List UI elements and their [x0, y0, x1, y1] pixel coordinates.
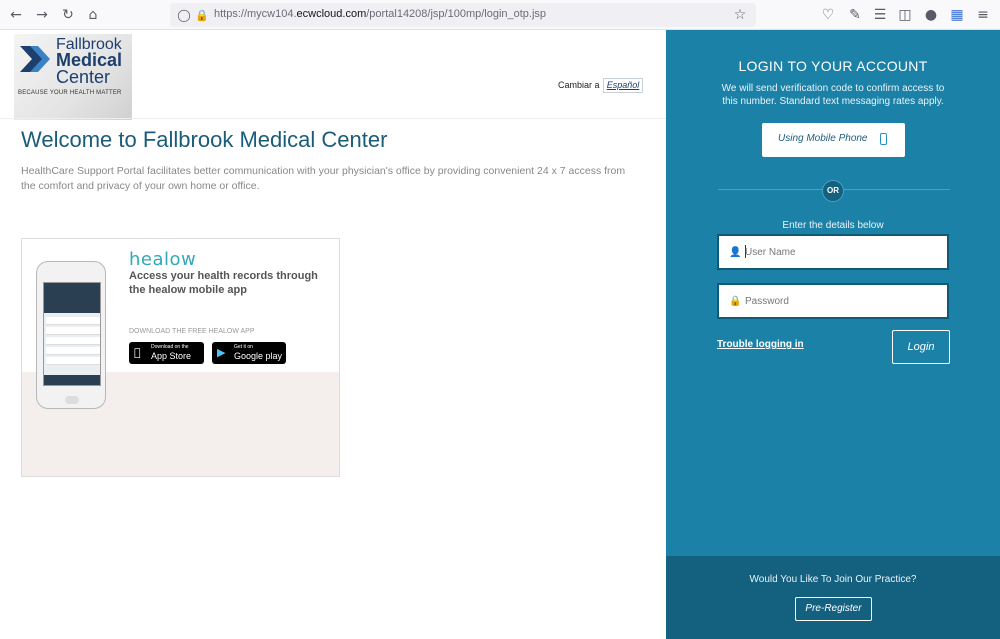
logo-tagline: BECAUSE YOUR HEALTH MATTER: [18, 90, 122, 96]
chevron-logo-icon: [20, 46, 50, 72]
mobile-button-label: Using Mobile Phone: [778, 133, 868, 144]
password-input[interactable]: [745, 293, 941, 309]
download-label: DOWNLOAD THE FREE HEALOW APP: [129, 328, 255, 335]
phone-home-button: [65, 396, 79, 404]
back-arrow-icon[interactable]: ←: [6, 5, 26, 25]
google-play-big-text: Google play: [234, 351, 283, 361]
lock-icon: 🔒: [729, 296, 742, 307]
user-icon: 👤: [729, 247, 742, 258]
shield-icon[interactable]: ◯: [174, 5, 194, 25]
phone-screen-footer: [44, 375, 100, 385]
forward-arrow-icon[interactable]: →: [32, 5, 52, 25]
menu-icon[interactable]: ≡: [973, 5, 993, 25]
trouble-logging-in-link[interactable]: Trouble logging in: [717, 339, 804, 350]
google-play-small-text: Get it on: [234, 344, 253, 350]
google-play-button[interactable]: ▶ Get it on Google play: [212, 342, 286, 364]
extension-icon[interactable]: ●: [921, 5, 941, 25]
pocket-icon[interactable]: ♡: [818, 5, 838, 25]
app-store-button[interactable]:  Download on the App Store: [129, 342, 204, 364]
or-badge: OR: [822, 180, 844, 202]
screenshot-icon[interactable]: ✎: [845, 5, 865, 25]
url-text[interactable]: https://mycw104.ecwcloud.com/portal14208…: [214, 8, 546, 20]
app-store-small-text: Download on the: [151, 344, 189, 350]
password-field[interactable]: 🔒: [717, 283, 949, 319]
phone-row: [46, 357, 100, 365]
main-content: Fallbrook Medical Center BECAUSE YOUR HE…: [0, 30, 666, 639]
sidebar-icon[interactable]: ◫: [895, 5, 915, 25]
portal-description: HealthCare Support Portal facilitates be…: [21, 165, 626, 192]
healow-brand: healow: [129, 249, 197, 270]
login-button[interactable]: Login: [892, 330, 950, 364]
language-label: Cambiar a: [558, 80, 600, 90]
play-icon: ▶: [217, 346, 226, 359]
healow-headline: Access your health records through the h…: [129, 270, 318, 296]
logo-line-3: Center: [56, 67, 111, 87]
lock-icon[interactable]: 🔒: [192, 5, 212, 25]
phone-row: [46, 337, 100, 345]
grid-extension-icon[interactable]: ▦: [947, 5, 967, 25]
practice-logo: Fallbrook Medical Center BECAUSE YOUR HE…: [14, 34, 132, 120]
login-title: LOGIN TO YOUR ACCOUNT: [738, 58, 928, 74]
app-store-big-text: App Store: [151, 351, 192, 361]
mobile-phone-icon: [880, 133, 887, 145]
apple-icon: : [134, 346, 141, 359]
url-bar[interactable]: ◯ 🔒 https://mycw104.ecwcloud.com/portal1…: [170, 3, 756, 27]
username-input[interactable]: [745, 244, 941, 260]
login-panel: LOGIN TO YOUR ACCOUNT We will send verif…: [666, 30, 1000, 639]
bookmark-star-icon[interactable]: ☆: [730, 5, 750, 25]
join-practice-text: Would You Like To Join Our Practice?: [749, 574, 917, 585]
verification-info: We will send verification code to confir…: [721, 83, 945, 107]
header-divider: [0, 118, 666, 119]
healow-promo-card: healow Access your health records throug…: [21, 238, 340, 477]
enter-details-label: Enter the details below: [782, 220, 884, 231]
home-icon[interactable]: ⌂: [83, 5, 103, 25]
browser-toolbar: ← → ↻ ⌂ ◯ 🔒 https://mycw104.ecwcloud.com…: [0, 0, 1000, 30]
phone-screen-header: [44, 283, 100, 313]
phone-image: [36, 261, 106, 409]
page-title: Welcome to Fallbrook Medical Center: [21, 127, 388, 152]
phone-row: [46, 347, 100, 355]
using-mobile-phone-button[interactable]: Using Mobile Phone: [762, 123, 905, 157]
pre-register-button[interactable]: Pre-Register: [795, 597, 872, 621]
phone-screen: [43, 282, 101, 386]
phone-row: [46, 327, 100, 335]
spanish-language-button[interactable]: Español: [603, 78, 643, 93]
reload-icon[interactable]: ↻: [58, 5, 78, 25]
username-field[interactable]: 👤: [717, 234, 949, 270]
phone-row: [46, 317, 100, 325]
library-icon[interactable]: ☰: [870, 5, 890, 25]
